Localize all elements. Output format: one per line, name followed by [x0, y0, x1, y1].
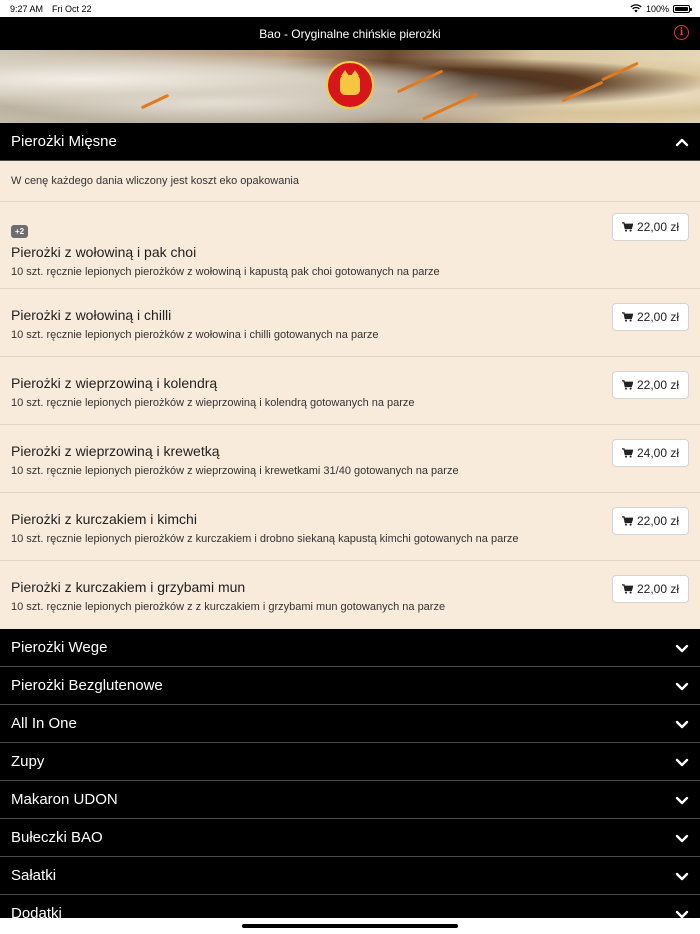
- item-price: 24,00 zł: [636, 446, 680, 460]
- status-time: 9:27 AM: [10, 3, 44, 14]
- menu-item[interactable]: Pierożki z wołowiną i chilli 10 szt. ręc…: [0, 289, 700, 357]
- page-title: Bao - Oryginalne chińskie pierożki: [259, 26, 441, 41]
- item-description: 10 szt. ręcznie lepionych pierożków z wo…: [11, 329, 379, 341]
- hero-banner: [0, 50, 700, 123]
- chevron-down-icon: [675, 869, 689, 883]
- item-description: 10 szt. ręcznie lepionych pierożków z z …: [11, 601, 446, 613]
- status-bar: 9:27 AM Fri Oct 22 100%: [0, 0, 700, 17]
- item-description: 10 szt. ręcznie lepionych pierożków z wo…: [11, 266, 440, 278]
- section-header-collapsed[interactable]: Sałatki: [0, 857, 700, 895]
- item-price: 22,00 zł: [636, 310, 680, 324]
- menu-item[interactable]: Pierożki z wieprzowiną i krewetką 10 szt…: [0, 425, 700, 493]
- section-body: W cenę każdego dania wliczony jest koszt…: [0, 161, 700, 629]
- info-icon[interactable]: i: [674, 25, 689, 40]
- add-to-cart-button[interactable]: 24,00 zł: [612, 439, 689, 467]
- wifi-icon: [630, 4, 642, 13]
- item-name: Pierożki z wieprzowiną i krewetką: [11, 443, 220, 459]
- section-header-collapsed[interactable]: All In One: [0, 705, 700, 743]
- packaging-note: W cenę każdego dania wliczony jest koszt…: [0, 161, 700, 202]
- section-title: Zupy: [11, 753, 45, 770]
- item-name: Pierożki z kurczakiem i kimchi: [11, 511, 197, 527]
- section-header-expanded[interactable]: Pierożki Mięsne: [0, 123, 700, 161]
- add-to-cart-button[interactable]: 22,00 zł: [612, 303, 689, 331]
- menu-item[interactable]: Pierożki z kurczakiem i grzybami mun 10 …: [0, 561, 700, 629]
- section-title: Pierożki Wege: [11, 639, 108, 656]
- menu-item[interactable]: Pierożki z kurczakiem i kimchi 10 szt. r…: [0, 493, 700, 561]
- item-name: Pierożki z wołowiną i pak choi: [11, 244, 197, 260]
- chevron-down-icon: [675, 755, 689, 769]
- chevron-down-icon: [675, 641, 689, 655]
- add-to-cart-button[interactable]: 22,00 zł: [612, 371, 689, 399]
- chevron-down-icon: [675, 717, 689, 731]
- section-header-collapsed[interactable]: Zupy: [0, 743, 700, 781]
- item-name: Pierożki z wieprzowiną i kolendrą: [11, 375, 218, 391]
- item-name: Pierożki z kurczakiem i grzybami mun: [11, 579, 246, 595]
- cart-icon: [621, 516, 633, 526]
- item-price: 22,00 zł: [636, 378, 680, 392]
- section-title: All In One: [11, 715, 77, 732]
- home-indicator[interactable]: [242, 924, 458, 928]
- section-header-collapsed[interactable]: Bułeczki BAO: [0, 819, 700, 857]
- cart-icon: [621, 312, 633, 322]
- section-title: Makaron UDON: [11, 791, 118, 808]
- item-price: 22,00 zł: [636, 514, 680, 528]
- menu-item[interactable]: Pierożki z wieprzowiną i kolendrą 10 szt…: [0, 357, 700, 425]
- add-to-cart-button[interactable]: 22,00 zł: [612, 507, 689, 535]
- section-header-collapsed[interactable]: Makaron UDON: [0, 781, 700, 819]
- menu-item[interactable]: +2 Pierożki z wołowiną i pak choi 10 szt…: [0, 202, 700, 289]
- item-price: 22,00 zł: [636, 220, 680, 234]
- section-title: Sałatki: [11, 867, 57, 884]
- app-header: Bao - Oryginalne chińskie pierożki i: [0, 17, 700, 50]
- cart-icon: [621, 584, 633, 594]
- cart-icon: [621, 222, 633, 232]
- section-header-collapsed[interactable]: Pierożki Wege: [0, 629, 700, 667]
- battery-percent: 100%: [645, 3, 669, 14]
- add-to-cart-button[interactable]: 22,00 zł: [612, 575, 689, 603]
- item-name: Pierożki z wołowiną i chilli: [11, 307, 172, 323]
- section-header-collapsed[interactable]: Pierożki Bezglutenowe: [0, 667, 700, 705]
- chevron-down-icon: [675, 831, 689, 845]
- cart-icon: [621, 380, 633, 390]
- chevron-down-icon: [675, 793, 689, 807]
- chevron-down-icon: [675, 679, 689, 693]
- item-description: 10 szt. ręcznie lepionych pierożków z wi…: [11, 397, 415, 409]
- restaurant-logo: [326, 61, 374, 109]
- item-description: 10 szt. ręcznie lepionych pierożków z ku…: [11, 533, 519, 545]
- item-description: 10 szt. ręcznie lepionych pierożków z wi…: [11, 465, 459, 477]
- section-title: Pierożki Mięsne: [11, 133, 117, 150]
- section-title: Pierożki Bezglutenowe: [11, 677, 163, 694]
- chevron-up-icon: [675, 135, 689, 149]
- status-date: Fri Oct 22: [52, 3, 92, 14]
- battery-icon: [673, 4, 692, 13]
- cart-icon: [621, 448, 633, 458]
- item-price: 22,00 zł: [636, 582, 680, 596]
- add-to-cart-button[interactable]: 22,00 zł: [612, 213, 689, 241]
- option-count-badge: +2: [11, 225, 29, 238]
- section-title: Bułeczki BAO: [11, 829, 103, 846]
